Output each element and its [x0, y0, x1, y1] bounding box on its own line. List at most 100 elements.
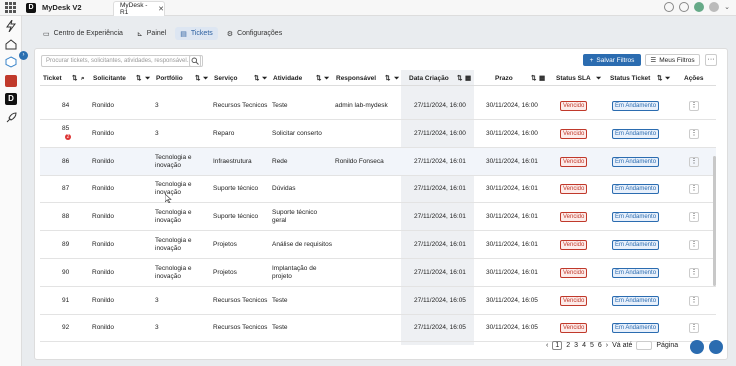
- table-row[interactable]: 89 Ronildo Tecnologia e inovação Projetos An…: [40, 231, 716, 259]
- table-row[interactable]: 86 Ronildo Tecnologia e inovação Infraestru…: [40, 147, 716, 176]
- col-prazo[interactable]: Prazo: [495, 72, 513, 86]
- hexagon-icon[interactable]: [5, 56, 17, 68]
- close-tab-icon[interactable]: ✕: [158, 5, 164, 13]
- row-actions-button[interactable]: ⋮: [689, 295, 699, 306]
- row-actions-button[interactable]: ⋮: [689, 128, 699, 139]
- row-actions-button[interactable]: ⋮: [689, 184, 699, 195]
- filter-icon[interactable]: ⏷: [394, 72, 399, 86]
- status-avatar[interactable]: [694, 2, 705, 12]
- table-row[interactable]: 90 Ronildo Tecnologia e inovação Projetos Im…: [40, 259, 716, 287]
- atividade-text: Dúvidas: [272, 185, 296, 193]
- chat-fab-button[interactable]: [690, 340, 704, 354]
- col-status-ticket[interactable]: Status Ticket: [610, 72, 650, 86]
- row-actions-button[interactable]: ⋮: [689, 323, 699, 334]
- search-button[interactable]: [189, 55, 201, 67]
- team-icon[interactable]: [5, 38, 17, 50]
- row-actions-button[interactable]: ⋮: [689, 156, 699, 167]
- page-5[interactable]: 5: [590, 342, 594, 349]
- filter-icon[interactable]: ⏷: [262, 72, 267, 86]
- col-responsavel[interactable]: Responsável: [336, 72, 376, 86]
- row-actions-button[interactable]: ⋮: [689, 101, 699, 111]
- filter-icon[interactable]: ⏷: [596, 72, 601, 86]
- sort-icon[interactable]: ⇅: [254, 72, 259, 86]
- mydesk-app-icon[interactable]: D: [5, 93, 17, 105]
- sla-badge: Vencido: [560, 128, 588, 139]
- browser-tab[interactable]: MyDesk - R1 ✕: [113, 1, 165, 16]
- cell-acoes: ⋮: [689, 175, 699, 203]
- next-page-button[interactable]: ›: [606, 342, 608, 349]
- cell-responsavel: [335, 203, 405, 231]
- cell-responsavel: [335, 314, 405, 342]
- filter-icon[interactable]: ⏷: [665, 72, 670, 86]
- col-data-criacao[interactable]: Data Criação: [409, 72, 449, 86]
- collapse-sidebar-icon[interactable]: ›: [19, 51, 28, 60]
- calendar-icon[interactable]: ▦: [539, 72, 545, 86]
- table-row[interactable]: 88 Ronildo Tecnologia e inovação Suporte té…: [40, 203, 716, 232]
- col-portfolio[interactable]: Portfólio: [156, 72, 183, 86]
- sort-icon[interactable]: ⇅: [657, 72, 662, 86]
- col-servico[interactable]: Serviço: [214, 72, 238, 86]
- sort-icon[interactable]: ⇅: [316, 72, 321, 86]
- page-3[interactable]: 3: [574, 342, 578, 349]
- page-6[interactable]: 6: [598, 342, 602, 349]
- cell-data: 27/11/2024, 16:00: [414, 92, 466, 120]
- solicitante-text: Ronildo: [92, 296, 115, 304]
- sla-badge: Vencido: [560, 184, 588, 195]
- sort-icon[interactable]: ⇅: [136, 72, 141, 86]
- lightning-icon[interactable]: [5, 20, 17, 32]
- prazo-text: 30/11/2024, 16:01: [486, 157, 538, 165]
- user-avatar[interactable]: [709, 2, 720, 12]
- apps-grid-icon[interactable]: [5, 1, 17, 14]
- rocket-icon[interactable]: [5, 112, 17, 124]
- cell-prazo: 30/11/2024, 16:01: [486, 231, 538, 259]
- help-fab-button[interactable]: [709, 340, 723, 354]
- sort-icon[interactable]: ⇅: [195, 72, 200, 86]
- page-1[interactable]: 1: [552, 341, 563, 350]
- page-2[interactable]: 2: [566, 342, 570, 349]
- col-ticket[interactable]: Ticket: [43, 72, 62, 86]
- filter-icon[interactable]: ⏷: [145, 72, 150, 86]
- data-text: 27/11/2024, 16:01: [414, 213, 466, 221]
- red-app-icon[interactable]: [5, 75, 17, 87]
- chevron-down-icon[interactable]: ⌄: [724, 3, 730, 11]
- col-solicitante[interactable]: Solicitante: [93, 72, 126, 86]
- sort-icon[interactable]: ⇅: [385, 72, 390, 86]
- goto-page-input[interactable]: [636, 341, 653, 350]
- sort-icon[interactable]: ⇅: [457, 72, 462, 86]
- calendar-icon[interactable]: ▦: [465, 72, 471, 86]
- sort-icon[interactable]: ⇅: [531, 72, 536, 86]
- sla-badge: Vencido: [560, 212, 588, 223]
- table-row[interactable]: 85 2 Ronildo 3 Reparo Solicitar conserto 27/11…: [40, 120, 716, 148]
- servico-text: Suporte técnico: [213, 185, 259, 193]
- table-row[interactable]: 87 Ronildo Tecnologia e inovação Suporte té…: [40, 175, 716, 204]
- cell-sla: Vencido: [560, 203, 588, 231]
- col-status-sla[interactable]: Status SLA: [556, 72, 591, 86]
- tab-configuracoes[interactable]: ⚙ Configurações: [222, 27, 287, 40]
- filter-icon[interactable]: ⏷: [203, 72, 208, 86]
- save-filters-button[interactable]: + Salvar Filtros: [583, 54, 641, 66]
- filter-icon[interactable]: ⏷: [324, 72, 329, 86]
- refresh-icon[interactable]: [679, 2, 690, 12]
- search-icon[interactable]: ⌕: [81, 72, 85, 86]
- left-rail: D ›: [0, 16, 28, 366]
- tab-centro-experiencia[interactable]: ▭ Centro de Experiência: [38, 27, 128, 40]
- my-filters-button[interactable]: ☰ Meus Filtros: [645, 54, 700, 66]
- row-actions-button[interactable]: ⋮: [689, 212, 699, 223]
- vertical-scrollbar[interactable]: [713, 156, 716, 286]
- pagination: ‹ 1 2 3 4 5 6 › Vá até Página: [546, 341, 678, 350]
- tab-painel[interactable]: ⊾ Painel: [132, 27, 171, 40]
- col-atividade[interactable]: Atividade: [273, 72, 302, 86]
- row-actions-button[interactable]: ⋮: [689, 240, 699, 250]
- table-row[interactable]: 91 Ronildo 3 Recursos Tecnicos Teste 27/11/20…: [40, 287, 716, 315]
- page-4[interactable]: 4: [582, 342, 586, 349]
- home-icon[interactable]: [664, 2, 675, 12]
- sort-icon[interactable]: ⇅: [72, 72, 77, 86]
- more-options-button[interactable]: ···: [705, 54, 717, 66]
- cell-servico: Suporte técnico: [213, 203, 268, 231]
- prev-page-button[interactable]: ‹: [546, 342, 548, 349]
- table-row[interactable]: 84 Ronildo 3 Recursos Tecnicos Teste admin la…: [40, 92, 716, 120]
- table-row[interactable]: 92 Ronildo 3 Recursos Tecnicos Teste 27/11/20…: [40, 314, 716, 343]
- search-input[interactable]: Procurar tickets, solicitantes, atividad…: [41, 55, 203, 67]
- tab-tickets[interactable]: ▤ Tickets: [175, 27, 218, 40]
- row-actions-button[interactable]: ⋮: [689, 267, 699, 278]
